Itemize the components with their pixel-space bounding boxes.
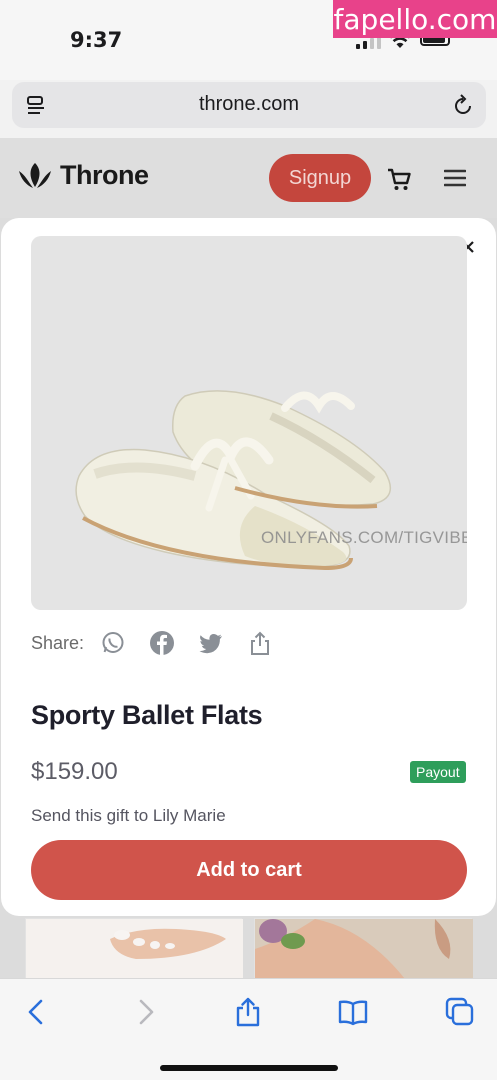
url-text[interactable]: throne.com bbox=[12, 93, 486, 116]
home-indicator bbox=[160, 1065, 338, 1071]
bookmarks-icon[interactable] bbox=[338, 997, 368, 1027]
signup-button[interactable]: Signup bbox=[269, 154, 371, 202]
status-time: 9:37 bbox=[70, 28, 123, 52]
watermark-badge: fapello.com bbox=[333, 0, 497, 38]
back-icon[interactable] bbox=[22, 997, 52, 1027]
facebook-icon[interactable] bbox=[149, 630, 175, 656]
image-watermark: ONLYFANS.COM/TIGVIBES bbox=[261, 528, 467, 547]
hamburger-menu-icon[interactable] bbox=[444, 168, 466, 188]
web-page: Throne Signup ONLYFANS.COM/TIGVIBES Shar… bbox=[0, 138, 497, 978]
share-label: Share: bbox=[31, 632, 85, 653]
payout-badge: Payout bbox=[410, 761, 466, 783]
background-product-grid bbox=[25, 918, 473, 978]
gift-recipient-text: Send this gift to Lily Marie bbox=[31, 806, 226, 825]
tabs-icon[interactable] bbox=[445, 997, 475, 1027]
background-product-tile[interactable] bbox=[25, 918, 243, 978]
twitter-icon[interactable] bbox=[198, 630, 224, 656]
whatsapp-icon[interactable] bbox=[100, 630, 126, 656]
product-image: ONLYFANS.COM/TIGVIBES bbox=[31, 236, 467, 610]
share-row: Share: bbox=[31, 630, 296, 656]
portrait-image bbox=[255, 919, 473, 978]
product-price: $159.00 bbox=[31, 758, 118, 785]
brand-name: Throne bbox=[60, 160, 149, 190]
reload-icon[interactable] bbox=[452, 93, 474, 117]
feet-image bbox=[26, 919, 243, 978]
product-title: Sporty Ballet Flats bbox=[31, 700, 263, 730]
add-to-cart-button[interactable]: Add to cart bbox=[31, 840, 467, 900]
product-modal: ONLYFANS.COM/TIGVIBES Share: Sporty Ball… bbox=[1, 218, 496, 916]
share-icon[interactable] bbox=[247, 630, 273, 656]
address-bar[interactable]: throne.com bbox=[12, 82, 486, 128]
status-bar: 9:37 fapello.com bbox=[0, 0, 497, 80]
cart-icon[interactable] bbox=[386, 166, 412, 192]
site-header: Throne Signup bbox=[0, 138, 497, 218]
browser-toolbar bbox=[0, 978, 497, 1080]
site-logo[interactable]: Throne bbox=[18, 160, 149, 191]
share-icon[interactable] bbox=[233, 997, 263, 1027]
throne-logo-icon bbox=[19, 162, 51, 188]
background-product-tile[interactable] bbox=[254, 918, 473, 978]
forward-icon[interactable] bbox=[130, 997, 160, 1027]
